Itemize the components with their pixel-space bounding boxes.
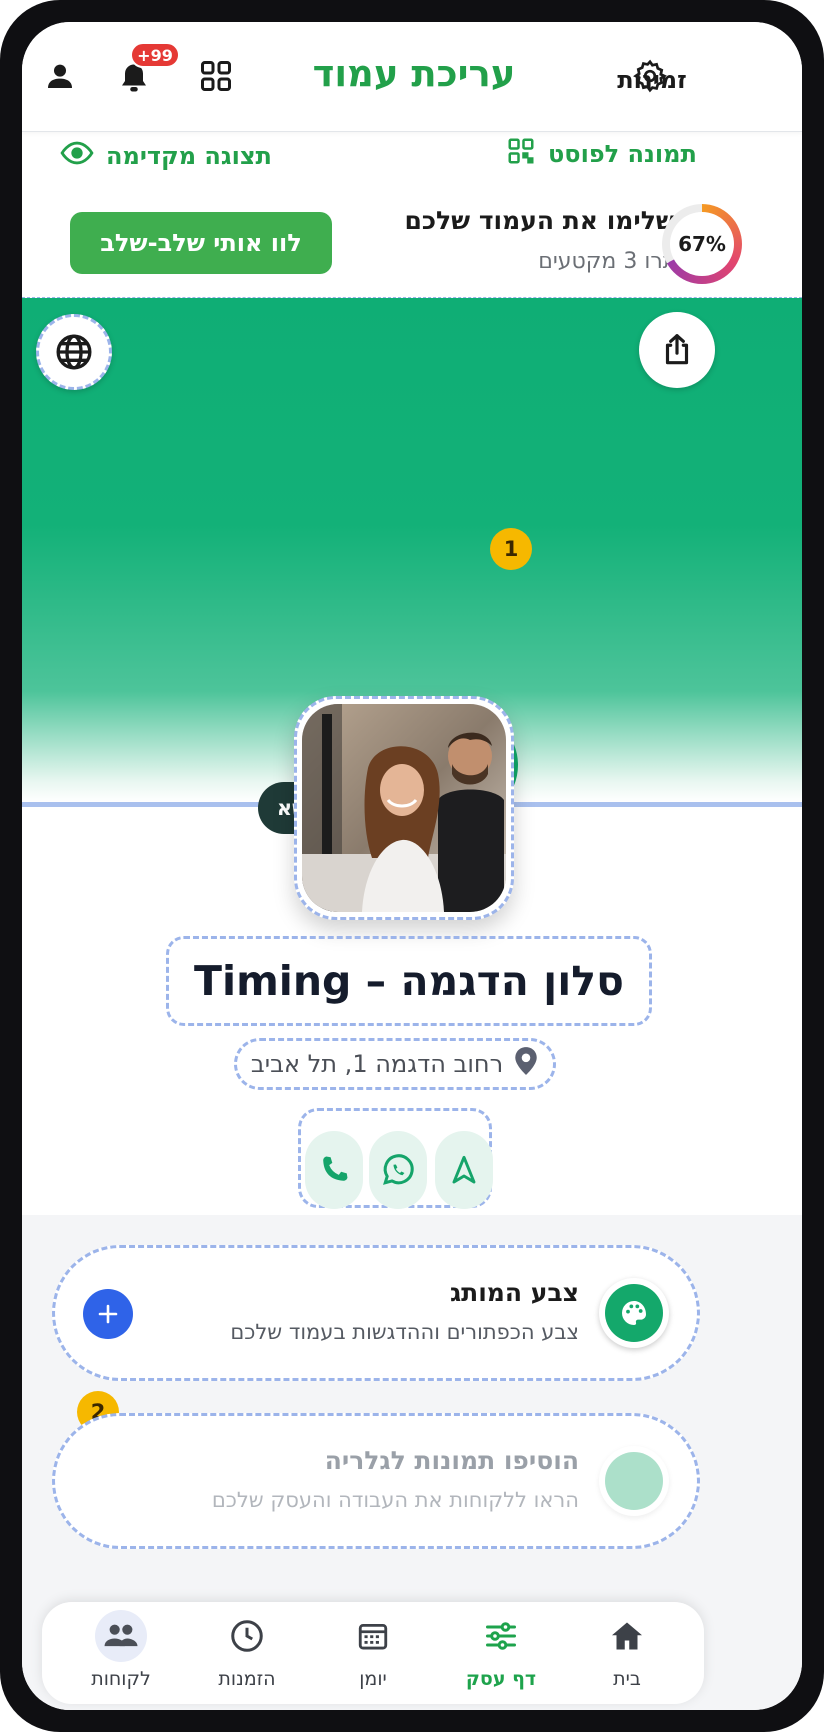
contact-buttons [298, 1108, 493, 1209]
share-button[interactable] [639, 312, 715, 388]
complete-page-title: השלימו את העמוד שלכם [404, 206, 692, 235]
profile-icon[interactable] [40, 56, 80, 96]
whatsapp-icon [383, 1154, 414, 1185]
profile-photo[interactable] [294, 696, 514, 920]
customers-icon [95, 1610, 147, 1662]
bottom-navigation: לקוחות הזמנות יומן דף עסק בית [42, 1602, 704, 1704]
post-image-label: תמונה לפוסט [548, 140, 697, 168]
apps-grid-icon[interactable] [194, 54, 238, 98]
palette-icon [622, 1301, 646, 1325]
settings-gear-icon[interactable] [626, 52, 674, 100]
calendar-icon [347, 1610, 399, 1662]
nav-calendar-label: יומן [359, 1668, 387, 1690]
navigation-arrow-icon [452, 1155, 476, 1184]
location-pin-icon [513, 1046, 539, 1082]
sections-remaining: נותרו 3 מקטעים [538, 249, 692, 274]
sliders-icon [475, 1610, 527, 1662]
palette-icon-wrap [599, 1278, 669, 1348]
navigate-button[interactable] [435, 1131, 493, 1209]
whatsapp-button[interactable] [369, 1131, 427, 1209]
nav-customers[interactable]: לקוחות [66, 1610, 176, 1698]
notifications-badge: +99 [130, 42, 180, 68]
gallery-icon-wrap [599, 1446, 669, 1516]
add-brand-color-button[interactable] [83, 1289, 133, 1339]
nav-customers-label: לקוחות [91, 1668, 151, 1690]
address-text: רחוב הדגמה 1, תל אביב [250, 1050, 504, 1078]
nav-business-page-label: דף עסק [465, 1668, 537, 1690]
phone-icon [323, 1156, 348, 1181]
nav-home[interactable]: בית [572, 1610, 682, 1698]
step-marker-1: 1 [490, 528, 532, 570]
preview-label: תצוגה מקדימה [106, 142, 272, 170]
brand-color-title: צבע המותג [449, 1278, 579, 1307]
qr-code-icon [506, 136, 536, 172]
brand-color-card[interactable]: צבע המותג צבע הכפתורים וההדגשות בעמוד של… [52, 1245, 700, 1381]
post-image-link[interactable]: תמונה לפוסט [506, 136, 697, 172]
globe-icon [56, 334, 92, 370]
language-globe-button[interactable] [36, 314, 112, 390]
plus-icon [98, 1304, 118, 1324]
top-bar: +99 עריכת עמוד זמינות [22, 22, 802, 132]
nav-calendar[interactable]: יומן [318, 1610, 428, 1698]
salon-photo-image [302, 704, 506, 912]
device-frame: +99 עריכת עמוד זמינות תצוגה מקדימה תמונה… [0, 0, 824, 1732]
preview-link[interactable]: תצוגה מקדימה [60, 136, 272, 176]
gallery-desc: הראו ללקוחות את העבודה והעסק שלכם [211, 1488, 579, 1512]
progress-percent: 67% [670, 212, 734, 276]
business-address[interactable]: רחוב הדגמה 1, תל אביב [234, 1038, 556, 1090]
nav-business-page[interactable]: דף עסק [446, 1610, 556, 1698]
clock-icon [221, 1610, 273, 1662]
progress-ring: 67% [662, 204, 742, 284]
gallery-card[interactable]: הוסיפו תמונות לגלריה הראו ללקוחות את העב… [52, 1413, 700, 1549]
home-icon [601, 1610, 653, 1662]
guide-me-button[interactable]: לוו אותי שלב-שלב [70, 212, 332, 274]
brand-color-desc: צבע הכפתורים וההדגשות בעמוד שלכם [230, 1320, 579, 1344]
nav-appointments-label: הזמנות [218, 1668, 276, 1690]
page-title: עריכת עמוד [312, 52, 516, 95]
nav-appointments[interactable]: הזמנות [192, 1610, 302, 1698]
eye-icon [60, 136, 94, 176]
nav-home-label: בית [613, 1668, 641, 1690]
business-name[interactable]: סלון הדגמה – Timing [166, 936, 652, 1026]
share-icon [665, 334, 689, 365]
phone-button[interactable] [305, 1131, 363, 1209]
app-screen: +99 עריכת עמוד זמינות תצוגה מקדימה תמונה… [22, 22, 802, 1710]
gallery-title: הוסיפו תמונות לגלריה [324, 1446, 579, 1475]
